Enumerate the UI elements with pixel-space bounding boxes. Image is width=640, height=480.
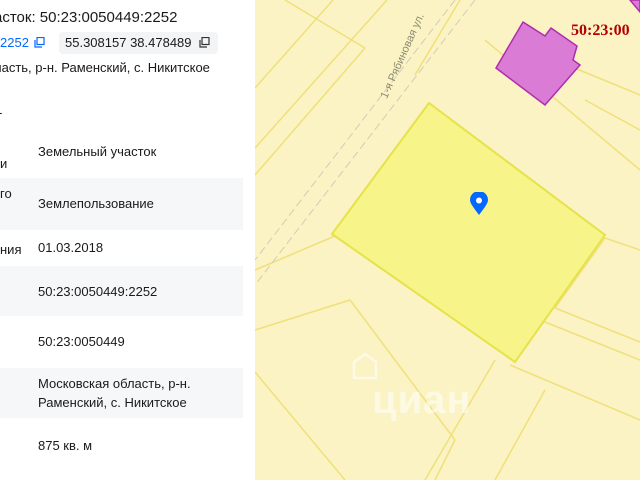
parcel-address: ласть, р-н. Раменский, с. Никитское [0, 60, 210, 75]
detail-row-area: 875 кв. м [0, 418, 243, 470]
coordinates-text: 55.308157 38.478489 [65, 35, 192, 50]
cadastral-number-chip[interactable]: 2252 [0, 32, 45, 54]
copy-icon[interactable] [198, 37, 210, 48]
cadastral-number-text: 2252 [0, 35, 29, 50]
location-pin-icon[interactable] [469, 191, 489, 216]
watermark-text: циан [372, 378, 472, 422]
building-parcel-edge [629, 0, 640, 14]
detail-value: Московская область, р-н. Раменский, с. Н… [38, 376, 191, 410]
details-list: и Земельный участок го Землепользование … [0, 126, 243, 470]
detail-value: 50:23:0050449:2252 [38, 284, 158, 299]
detail-row-quarter: 50:23:0050449 [0, 316, 243, 368]
info-panel: асток: 50:23:0050449:2252 2252 55.308157… [0, 0, 255, 480]
detail-label: и [0, 156, 8, 171]
detail-value: 01.03.2018 [38, 240, 104, 255]
detail-value: Земельный участок [38, 144, 157, 159]
detail-row-cadastral-number: 50:23:0050449:2252 [0, 266, 243, 316]
coordinates-chip[interactable]: 55.308157 38.478489 [59, 32, 218, 54]
dash-marker: - [0, 105, 2, 120]
detail-label: го [0, 186, 12, 201]
selected-parcel[interactable] [330, 101, 607, 364]
copy-icon[interactable] [34, 37, 45, 48]
detail-row-type: и Земельный участок [0, 126, 243, 178]
detail-row-date: ния 01.03.2018 [0, 230, 243, 266]
cadastral-map-label: 50:23:00 [571, 22, 630, 39]
detail-label: ния [0, 242, 22, 257]
detail-value: 50:23:0050449 [38, 334, 125, 349]
parcel-title: асток: 50:23:0050449:2252 [0, 9, 178, 26]
building-parcel[interactable] [495, 20, 582, 107]
detail-row-address: Московская область, р-н. Раменский, с. Н… [0, 368, 243, 418]
detail-row-kind: го Землепользование [0, 178, 243, 230]
detail-value: Землепользование [38, 196, 154, 211]
detail-value: 875 кв. м [38, 438, 93, 453]
